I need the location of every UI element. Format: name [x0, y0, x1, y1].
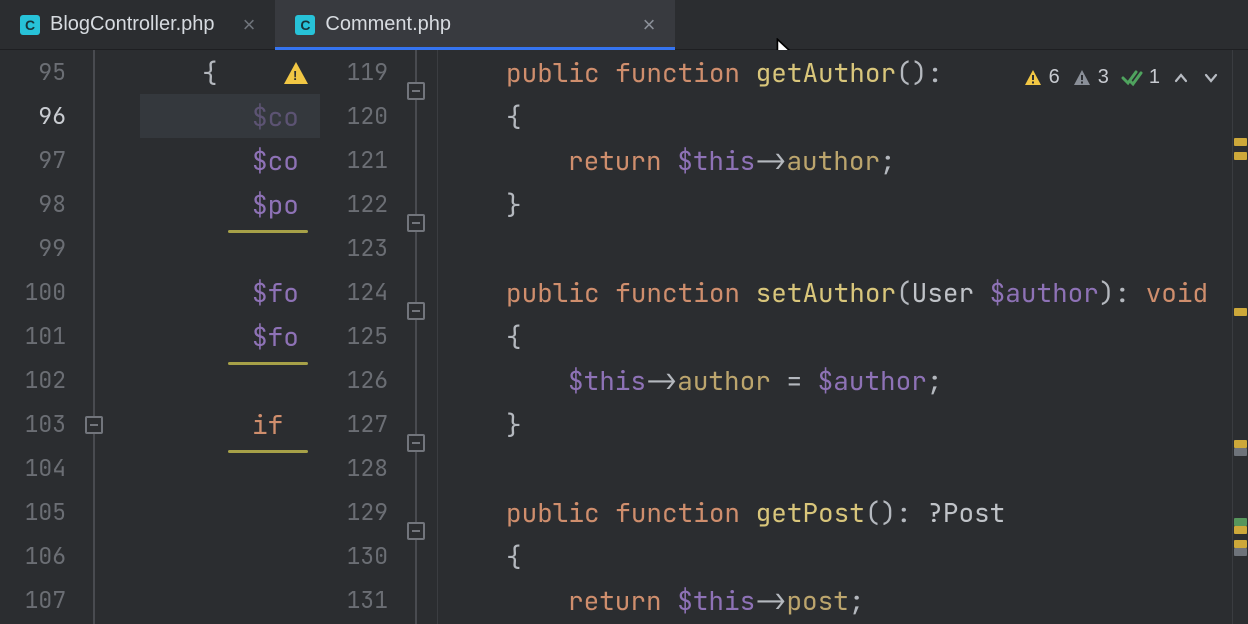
- tab-label: BlogController.php: [50, 13, 215, 36]
- stripe-mark[interactable]: [1234, 138, 1247, 146]
- stripe-mark[interactable]: [1234, 308, 1247, 316]
- stripe-mark[interactable]: [1234, 548, 1247, 556]
- warning-count[interactable]: 6: [1023, 66, 1060, 89]
- fold-toggle-icon[interactable]: [407, 522, 425, 540]
- line-numbers: 119 120 121 122 123 124 125 126 127 128 …: [320, 50, 406, 624]
- ok-count[interactable]: 1: [1121, 66, 1160, 89]
- stripe-mark[interactable]: [1234, 448, 1247, 456]
- tab-label: Comment.php: [325, 13, 451, 36]
- line-numbers: 95 96 97 98 99 100 101 102 103 104 105 1…: [0, 50, 84, 624]
- close-icon[interactable]: ×: [237, 14, 262, 36]
- fold-column: [84, 50, 140, 624]
- code-area[interactable]: { $co $co $po $fo $fo if: [140, 50, 320, 624]
- stripe-mark[interactable]: [1234, 152, 1247, 160]
- fold-toggle-icon[interactable]: [407, 434, 425, 452]
- editor-left-pane[interactable]: 95 96 97 98 99 100 101 102 103 104 105 1…: [0, 50, 320, 624]
- error-stripe[interactable]: [1232, 50, 1248, 624]
- stripe-mark[interactable]: [1234, 526, 1247, 534]
- warning-icon[interactable]: !: [284, 62, 308, 84]
- tab-comment[interactable]: C Comment.php ×: [275, 0, 675, 49]
- fold-toggle-icon[interactable]: [85, 416, 103, 434]
- fold-toggle-icon[interactable]: [407, 302, 425, 320]
- editor-right-pane[interactable]: 119 120 121 122 123 124 125 126 127 128 …: [320, 50, 1248, 624]
- tab-blogcontroller[interactable]: C BlogController.php ×: [0, 0, 275, 49]
- tab-bar-empty[interactable]: [675, 0, 1248, 49]
- fold-column: [406, 50, 437, 624]
- stripe-mark[interactable]: [1234, 540, 1247, 548]
- prev-highlight-button[interactable]: [1172, 69, 1190, 87]
- double-check-icon: [1121, 69, 1143, 87]
- current-line-highlight: [140, 94, 320, 138]
- php-class-icon: C: [295, 15, 315, 35]
- stripe-mark[interactable]: [1234, 440, 1247, 448]
- warning-icon: [1023, 68, 1043, 88]
- tab-bar: C BlogController.php × C Comment.php ×: [0, 0, 1248, 50]
- weak-warning-icon: [1072, 68, 1092, 88]
- fold-toggle-icon[interactable]: [407, 214, 425, 232]
- inspection-widget[interactable]: 6 3 1: [1023, 66, 1220, 89]
- close-icon[interactable]: ×: [637, 14, 662, 36]
- php-class-icon: C: [20, 15, 40, 35]
- gutter: 95 96 97 98 99 100 101 102 103 104 105 1…: [0, 50, 140, 624]
- gutter: 119 120 121 122 123 124 125 126 127 128 …: [320, 50, 438, 624]
- fold-toggle-icon[interactable]: [407, 82, 425, 100]
- weak-warning-count[interactable]: 3: [1072, 66, 1109, 89]
- code-area[interactable]: public function getAuthor(): { return $t…: [438, 50, 1224, 624]
- stripe-mark[interactable]: [1234, 518, 1247, 526]
- next-highlight-button[interactable]: [1202, 69, 1220, 87]
